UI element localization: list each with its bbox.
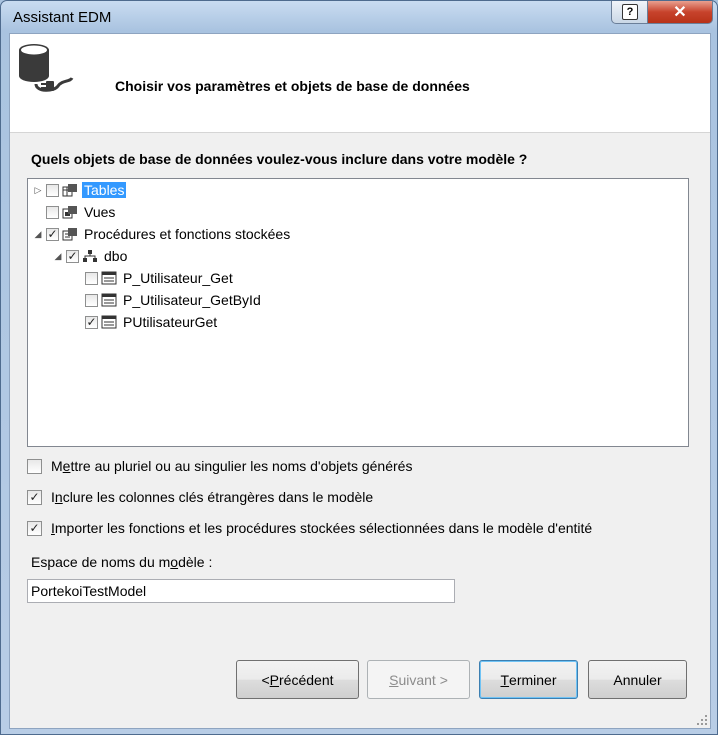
- procedure-label[interactable]: PUtilisateurGet: [121, 314, 219, 330]
- namespace-input[interactable]: [27, 579, 455, 603]
- schema-checkbox[interactable]: ✓: [66, 249, 79, 263]
- close-button[interactable]: ✕: [647, 1, 713, 24]
- import-procedures-checkbox[interactable]: ✓: [27, 520, 42, 536]
- previous-button[interactable]: < Précédent: [236, 660, 359, 699]
- tables-icon: [62, 184, 77, 197]
- next-button[interactable]: Suivant >: [367, 660, 470, 699]
- views-checkbox[interactable]: [46, 205, 59, 219]
- import-procedures-option[interactable]: ✓ Importer les fonctions et les procédur…: [27, 518, 592, 538]
- title-bar[interactable]: Assistant EDM ? ✕: [1, 1, 717, 33]
- stored-procedure-icon: [101, 315, 117, 329]
- help-icon: ?: [622, 4, 638, 20]
- procedure-checkbox[interactable]: ✓: [85, 315, 98, 329]
- foreign-keys-option[interactable]: ✓ Inclure les colonnes clés étrangères d…: [27, 487, 373, 507]
- stored-procedure-icon: [101, 271, 117, 285]
- tree-node-procedure[interactable]: P_Utilisateur_GetById: [85, 290, 263, 310]
- collapse-arrow-icon[interactable]: ◢: [53, 251, 63, 261]
- views-label[interactable]: Vues: [82, 204, 117, 220]
- tree-node-schema-dbo[interactable]: ◢ ✓ dbo: [53, 246, 129, 266]
- wizard-window: Assistant EDM ? ✕ Choisir vos paramètres…: [0, 0, 718, 735]
- procedure-checkbox[interactable]: [85, 293, 98, 307]
- tree-node-tables[interactable]: ▷ Tables: [33, 180, 127, 200]
- close-icon: ✕: [673, 4, 687, 21]
- procedure-label[interactable]: P_Utilisateur_Get: [121, 270, 235, 286]
- tables-checkbox[interactable]: [46, 183, 59, 197]
- procedures-label[interactable]: Procédures et fonctions stockées: [82, 226, 292, 242]
- schema-label[interactable]: dbo: [102, 248, 129, 264]
- objects-question: Quels objets de base de données voulez-v…: [31, 151, 528, 167]
- foreign-keys-label[interactable]: Inclure les colonnes clés étrangères dan…: [51, 489, 373, 505]
- expand-arrow-icon[interactable]: ▷: [33, 185, 43, 195]
- schema-icon: [83, 250, 97, 262]
- cancel-button[interactable]: Annuler: [588, 660, 687, 699]
- page-title: Choisir vos paramètres et objets de base…: [115, 78, 470, 94]
- window-title: Assistant EDM: [13, 9, 112, 26]
- database-objects-tree[interactable]: ▷ Tables Vues ◢ ✓ Procédures et fonction…: [27, 178, 689, 447]
- tree-node-procedures[interactable]: ◢ ✓ Procédures et fonctions stockées: [33, 224, 292, 244]
- procedure-label[interactable]: P_Utilisateur_GetById: [121, 292, 263, 308]
- import-procedures-label[interactable]: Importer les fonctions et les procédures…: [51, 520, 592, 536]
- resize-grip-icon[interactable]: [696, 714, 708, 726]
- pluralize-label[interactable]: Mettre au pluriel ou au singulier les no…: [51, 458, 412, 474]
- tables-label[interactable]: Tables: [82, 182, 127, 198]
- help-button[interactable]: ?: [611, 1, 649, 24]
- dialog-body: Choisir vos paramètres et objets de base…: [9, 33, 711, 729]
- views-icon: [62, 206, 77, 219]
- stored-procedure-icon: [101, 293, 117, 307]
- procedure-checkbox[interactable]: [85, 271, 98, 285]
- wizard-header: Choisir vos paramètres et objets de base…: [10, 34, 710, 133]
- namespace-label: Espace de noms du modèle :: [31, 554, 213, 570]
- procedures-icon: [62, 228, 77, 241]
- finish-button[interactable]: Terminer: [479, 660, 578, 699]
- collapse-arrow-icon[interactable]: ◢: [33, 229, 43, 239]
- foreign-keys-checkbox[interactable]: ✓: [27, 489, 42, 505]
- database-connection-icon: [19, 44, 74, 92]
- tree-node-procedure[interactable]: P_Utilisateur_Get: [85, 268, 235, 288]
- tree-node-procedure[interactable]: ✓ PUtilisateurGet: [85, 312, 219, 332]
- tree-node-views[interactable]: Vues: [46, 202, 117, 222]
- pluralize-checkbox[interactable]: [27, 458, 42, 474]
- procedures-checkbox[interactable]: ✓: [46, 227, 59, 241]
- pluralize-option[interactable]: Mettre au pluriel ou au singulier les no…: [27, 456, 412, 476]
